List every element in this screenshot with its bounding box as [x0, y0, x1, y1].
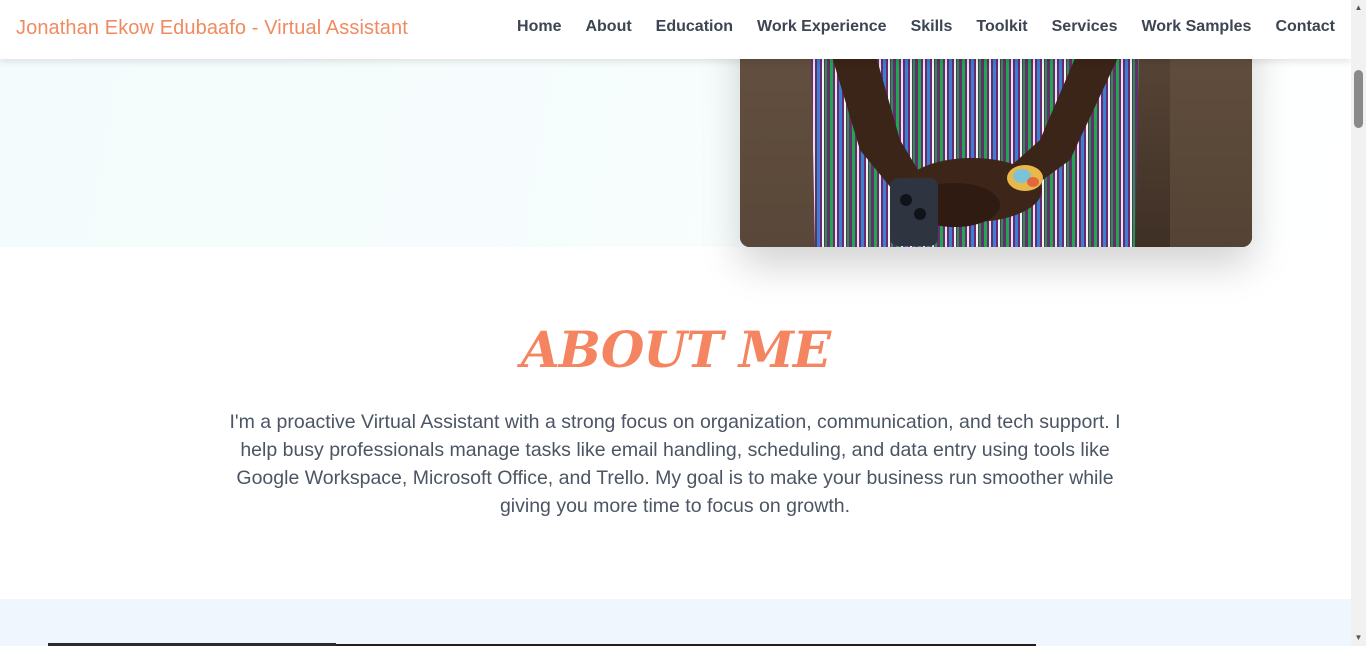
top-navbar: Jonathan Ekow Edubaafo - Virtual Assista… [0, 0, 1351, 59]
nav-link-work-samples[interactable]: Work Samples [1141, 18, 1251, 36]
nav-link-about[interactable]: About [585, 18, 631, 36]
page-scrollbar[interactable]: ▲ ▼ [1351, 0, 1366, 646]
about-heading: ABOUT ME [520, 320, 831, 379]
about-paragraph: I'm a proactive Virtual Assistant with a… [229, 411, 1121, 517]
nav-links: Home About Education Work Experience Ski… [517, 18, 1335, 36]
brand-link[interactable]: Jonathan Ekow Edubaafo - Virtual Assista… [16, 17, 408, 40]
nav-link-education[interactable]: Education [656, 18, 733, 36]
nav-link-skills[interactable]: Skills [911, 18, 953, 36]
scrollbar-thumb[interactable] [1354, 70, 1363, 128]
nav-link-contact[interactable]: Contact [1275, 18, 1335, 36]
nav-link-home[interactable]: Home [517, 18, 561, 36]
nav-link-toolkit[interactable]: Toolkit [976, 18, 1027, 36]
scroll-down-arrow-icon[interactable]: ▼ [1354, 632, 1363, 644]
scroll-up-arrow-icon[interactable]: ▲ [1354, 2, 1363, 14]
nav-link-services[interactable]: Services [1052, 18, 1118, 36]
nav-link-work-experience[interactable]: Work Experience [757, 18, 887, 36]
next-section [0, 599, 1351, 646]
